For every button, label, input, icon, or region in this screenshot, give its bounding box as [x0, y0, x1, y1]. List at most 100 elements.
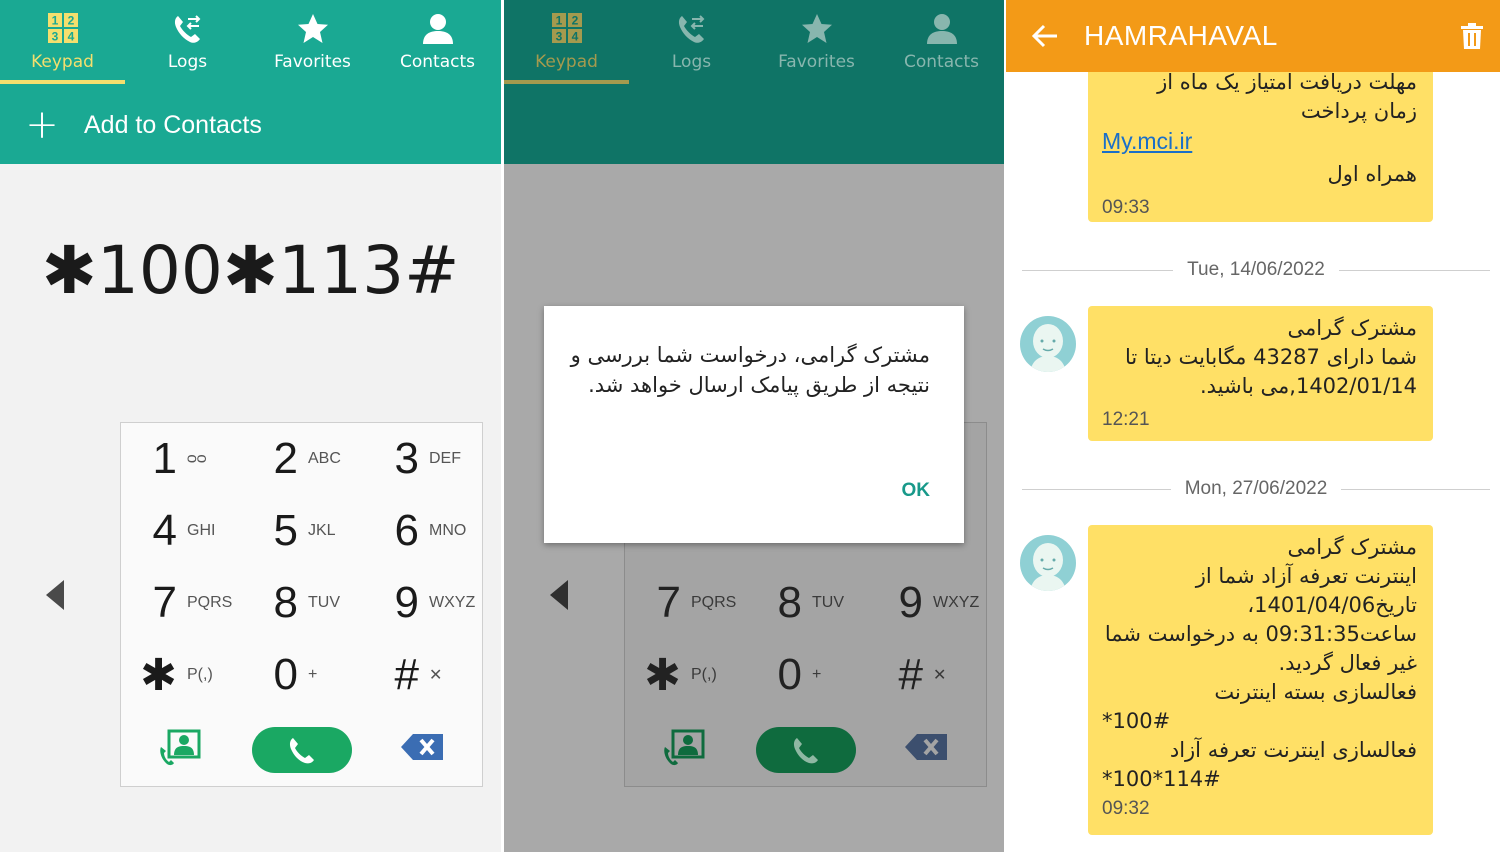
ussd-code: *100*114#: [1102, 767, 1221, 791]
sender-avatar[interactable]: [1020, 535, 1076, 591]
delete-button[interactable]: [1444, 23, 1500, 49]
message-line: همراه اول: [1327, 162, 1417, 186]
ussd-result-dialog: مشترک گرامی، درخواست شما بررسی و نتیجه ا…: [544, 306, 964, 543]
tab-contacts[interactable]: Contacts: [375, 0, 500, 86]
dimmed-action-bar: [504, 86, 1004, 164]
keypad-icon-digit: 2: [67, 14, 74, 28]
message-bubble[interactable]: مهلت دریافت امتیاز یک ماه از زمان پرداخت…: [1088, 60, 1433, 222]
keypad-action-row: [625, 719, 986, 779]
tab-label: Contacts: [400, 52, 475, 72]
key-7[interactable]: 7 PQRS: [121, 567, 242, 639]
key-hash[interactable]: # ✕: [363, 639, 484, 711]
add-to-contacts-button[interactable]: + Add to Contacts: [0, 86, 501, 164]
key-2[interactable]: 2 ABC: [242, 423, 363, 495]
message-line: مشترک گرامی: [1287, 316, 1417, 340]
key-letters: WXYZ: [429, 594, 476, 611]
back-button[interactable]: [1006, 22, 1084, 50]
message-line: ساعت09:31:35 به درخواست شما: [1104, 622, 1417, 646]
conversation-title: HAMRAHAVAL: [1084, 20, 1278, 51]
message-line: غیر فعال گردید.: [1278, 651, 1417, 675]
conversation-header: HAMRAHAVAL: [1006, 0, 1500, 72]
tab-keypad[interactable]: 1 2 3 4 Keypad: [504, 0, 629, 86]
key-7[interactable]: 7 PQRS: [625, 567, 746, 639]
keypad-icon: 1 2 3 4: [551, 13, 582, 44]
message-line: مشترک گرامی: [1287, 535, 1417, 559]
sender-avatar[interactable]: [1020, 316, 1076, 372]
message-line: 1402/01/14,می باشید.: [1199, 374, 1417, 398]
tab-bar: 1 2 3 4 Keypad Logs Favorites Contacts: [0, 0, 501, 86]
backspace-icon[interactable]: [903, 731, 949, 763]
date-label: Tue, 14/06/2022: [1187, 259, 1325, 280]
key-digit: 4: [152, 506, 177, 555]
message-bubble[interactable]: مشترک گرامی اینترنت تعرفه آزاد شما از تا…: [1088, 525, 1433, 835]
keypad-icon-digit: 1: [555, 14, 562, 28]
key-6[interactable]: 6 MNO: [363, 495, 484, 567]
key-letters: DEF: [429, 450, 461, 467]
backspace-icon[interactable]: [399, 731, 445, 763]
key-star[interactable]: ✱ P(,): [121, 639, 242, 711]
key-letters: ABC: [308, 450, 341, 467]
message-bubble[interactable]: مشترک گرامی شما دارای 43287 مگابایت دیتا…: [1088, 306, 1433, 441]
add-contact-icon[interactable]: [661, 729, 707, 769]
key-digit: 9: [394, 578, 419, 627]
call-button[interactable]: [252, 727, 352, 773]
message-time: 12:21: [1102, 409, 1150, 430]
key-letters: PQRS: [691, 594, 737, 611]
message-line: تاریخ1401/04/06،: [1247, 593, 1417, 617]
tab-logs[interactable]: Logs: [125, 0, 250, 86]
key-letters: P(,): [691, 666, 717, 683]
key-8[interactable]: 8 TUV: [242, 567, 363, 639]
key-letters: MNO: [429, 522, 467, 539]
key-9[interactable]: 9 WXYZ: [363, 567, 484, 639]
key-0[interactable]: 0 +: [242, 639, 363, 711]
tab-keypad[interactable]: 1 2 3 4 Keypad: [0, 0, 125, 86]
add-contact-icon[interactable]: [157, 729, 203, 769]
date-separator: Mon, 27/06/2022: [1022, 477, 1490, 501]
key-9[interactable]: 9 WXYZ: [867, 567, 988, 639]
tab-favorites[interactable]: Favorites: [250, 0, 375, 86]
dialog-ok-button[interactable]: OK: [902, 480, 931, 502]
tab-label: Logs: [167, 52, 208, 72]
key-star[interactable]: ✱ P(,): [625, 639, 746, 711]
tab-logs[interactable]: Logs: [629, 0, 754, 86]
hide-keypad-arrow-icon[interactable]: [548, 578, 572, 612]
phone-icon: [793, 738, 818, 764]
message-line: اینترنت تعرفه آزاد شما از: [1195, 564, 1417, 588]
key-digit: 3: [394, 434, 419, 483]
key-digit: 7: [152, 578, 177, 627]
key-hash[interactable]: # ✕: [867, 639, 988, 711]
dialed-number[interactable]: ✱100✱113#: [0, 232, 501, 309]
key-3[interactable]: 3 DEF: [363, 423, 484, 495]
tab-label: Keypad: [31, 52, 94, 72]
keypad-action-row: [121, 719, 482, 779]
message-link[interactable]: My.mci.ir: [1102, 126, 1417, 156]
keypad-icon-digit: 2: [571, 14, 578, 28]
avatar-icon: [1030, 543, 1066, 591]
tab-contacts[interactable]: Contacts: [879, 0, 1004, 86]
key-letters: JKL: [308, 522, 336, 539]
keypad-icon-digit: 4: [571, 30, 578, 44]
key-0[interactable]: 0 +: [746, 639, 867, 711]
key-digit: 8: [273, 578, 298, 627]
key-digit: 1: [152, 434, 177, 483]
key-digit: ✱: [644, 650, 681, 700]
star-icon: [801, 14, 832, 43]
key-letters: TUV: [308, 594, 340, 611]
key-letters: P(,): [187, 666, 213, 683]
tab-label: Favorites: [778, 52, 855, 72]
key-digit: 2: [273, 434, 298, 483]
key-8[interactable]: 8 TUV: [746, 567, 867, 639]
key-digit: 0: [777, 650, 802, 699]
key-4[interactable]: 4 GHI: [121, 495, 242, 567]
hide-keypad-arrow-icon[interactable]: [44, 578, 68, 612]
screenshot-root: 1 2 3 4 Keypad Logs Favorites Contacts +…: [0, 0, 1500, 852]
key-digit: #: [898, 650, 923, 699]
key-1[interactable]: 1 ᴑᴑ: [121, 423, 242, 495]
key-digit: 8: [777, 578, 802, 627]
key-5[interactable]: 5 JKL: [242, 495, 363, 567]
logs-icon: [174, 15, 200, 43]
tab-favorites[interactable]: Favorites: [754, 0, 879, 86]
call-button[interactable]: [756, 727, 856, 773]
date-separator: Tue, 14/06/2022: [1022, 258, 1490, 282]
active-tab-indicator: [0, 80, 125, 84]
